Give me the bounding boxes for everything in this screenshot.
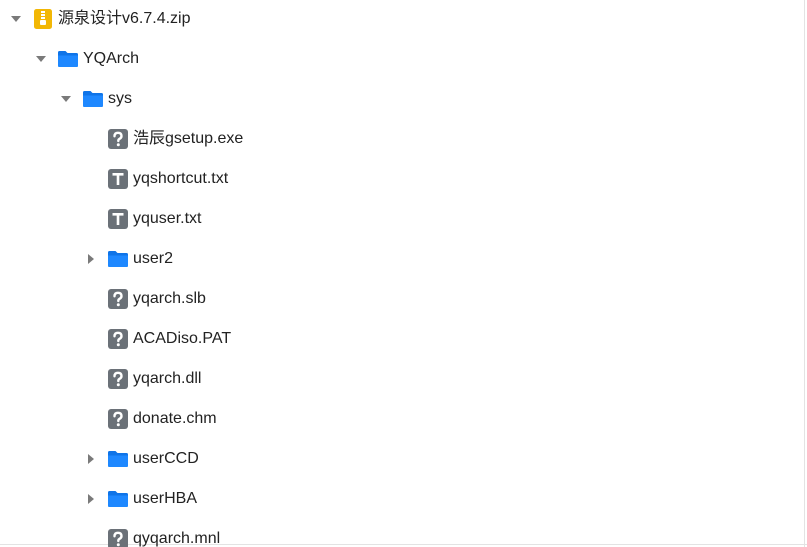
triangle-right-icon[interactable] — [85, 253, 97, 265]
tree-node-folder[interactable]: userCCD — [0, 439, 800, 479]
tree-node-file[interactable]: qyqarch.mnl — [0, 519, 800, 547]
triangle-down-icon[interactable] — [10, 13, 22, 25]
panel-divider-vertical — [804, 0, 805, 547]
tree-node-file[interactable]: yqarch.dll — [0, 359, 800, 399]
folder-icon — [57, 48, 79, 70]
tree-node-folder[interactable]: user2 — [0, 239, 800, 279]
triangle-right-icon[interactable] — [85, 493, 97, 505]
tree-node-file[interactable]: donate.chm — [0, 399, 800, 439]
unknown-file-icon — [107, 128, 129, 150]
tree-node-label: donate.chm — [133, 410, 217, 427]
tree-node-label: yqarch.dll — [133, 370, 202, 387]
text-file-icon — [107, 208, 129, 230]
triangle-right-icon[interactable] — [85, 453, 97, 465]
unknown-file-icon — [107, 528, 129, 547]
tree-node-label: ACADiso.PAT — [133, 330, 232, 347]
tree-node-label: yquser.txt — [133, 210, 202, 227]
tree-node-file[interactable]: yquser.txt — [0, 199, 800, 239]
folder-icon — [107, 248, 129, 270]
folder-icon — [82, 88, 104, 110]
zip-archive-icon — [32, 8, 54, 30]
tree-node-label: userHBA — [133, 490, 198, 507]
text-file-icon — [107, 168, 129, 190]
tree-node-folder[interactable]: sys — [0, 79, 800, 119]
tree-node-label: 浩辰gsetup.exe — [133, 130, 244, 147]
folder-icon — [107, 488, 129, 510]
tree-node-file[interactable]: ACADiso.PAT — [0, 319, 800, 359]
unknown-file-icon — [107, 328, 129, 350]
tree-node-label: 源泉设计v6.7.4.zip — [58, 10, 191, 27]
tree-node-label: user2 — [133, 250, 174, 267]
tree-node-folder[interactable]: YQArch — [0, 39, 800, 79]
triangle-down-icon[interactable] — [60, 93, 72, 105]
tree-node-file[interactable]: 浩辰gsetup.exe — [0, 119, 800, 159]
unknown-file-icon — [107, 288, 129, 310]
unknown-file-icon — [107, 408, 129, 430]
tree-node-file[interactable]: yqarch.slb — [0, 279, 800, 319]
unknown-file-icon — [107, 368, 129, 390]
tree-node-label: yqarch.slb — [133, 290, 206, 307]
tree-node-folder[interactable]: 源泉设计v6.7.4.zip — [0, 0, 800, 39]
tree-node-label: yqshortcut.txt — [133, 170, 229, 187]
tree-node-label: YQArch — [83, 50, 140, 67]
tree-node-label: sys — [108, 90, 132, 107]
tree-node-label: qyqarch.mnl — [133, 530, 221, 547]
tree-node-folder[interactable]: userHBA — [0, 479, 800, 519]
tree-node-label: userCCD — [133, 450, 199, 467]
triangle-down-icon[interactable] — [35, 53, 47, 65]
tree-node-file[interactable]: yqshortcut.txt — [0, 159, 800, 199]
folder-icon — [107, 448, 129, 470]
file-tree: 源泉设计v6.7.4.zip YQArch sys 浩辰gsetup.exe yqsho… — [0, 0, 807, 547]
